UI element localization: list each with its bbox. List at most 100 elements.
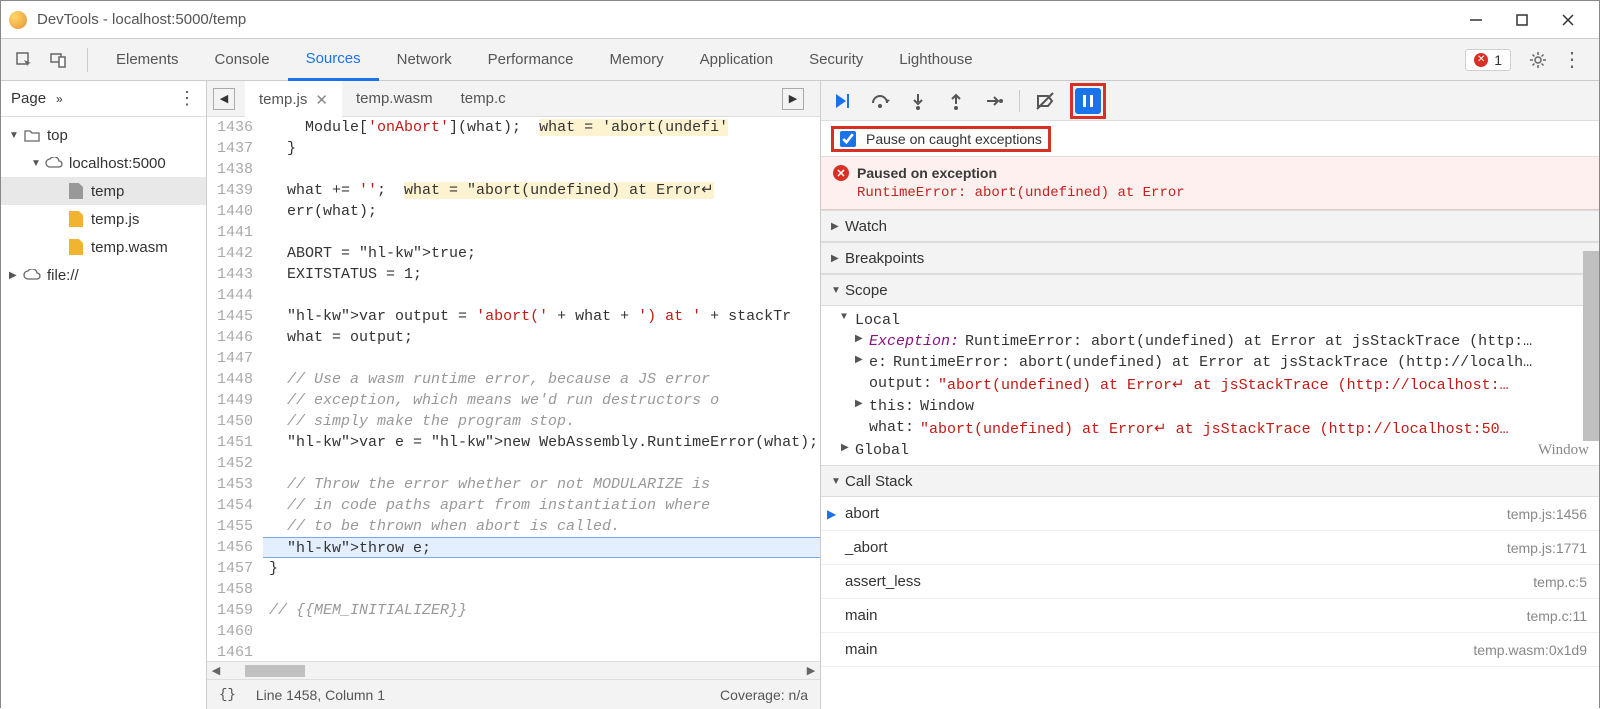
code-editor-pane: ◀ temp.js✕temp.wasmtemp.c ▶ 143614371438… — [207, 81, 821, 709]
tree-item-localhost-5000[interactable]: ▼localhost:5000 — [1, 149, 206, 177]
editor-tab-temp-js[interactable]: temp.js✕ — [245, 81, 342, 117]
breakpoints-section-header[interactable]: ▶Breakpoints — [821, 242, 1599, 274]
code-line[interactable] — [263, 222, 820, 243]
code-line[interactable]: EXITSTATUS = 1; — [263, 264, 820, 285]
code-line[interactable] — [263, 285, 820, 306]
code-line[interactable]: "hl-kw">var e = "hl-kw">new WebAssembly.… — [263, 432, 820, 453]
callstack-frame-assert_less[interactable]: assert_lesstemp.c:5 — [821, 565, 1599, 599]
callstack-frame-_abort[interactable]: _aborttemp.js:1771 — [821, 531, 1599, 565]
panel-tab-memory[interactable]: Memory — [592, 39, 682, 81]
devtools-favicon — [9, 11, 27, 29]
tree-item-top[interactable]: ▼top — [1, 121, 206, 149]
horizontal-scrollbar[interactable]: ◀▶ — [207, 661, 820, 679]
code-line[interactable] — [263, 159, 820, 180]
sidebar-more-icon[interactable]: ⋮ — [178, 88, 196, 109]
panel-tab-security[interactable]: Security — [791, 39, 881, 81]
more-menu-icon[interactable]: ⋮ — [1557, 45, 1587, 75]
code-line[interactable] — [263, 453, 820, 474]
panel-tab-console[interactable]: Console — [197, 39, 288, 81]
code-line[interactable]: "hl-kw">var output = 'abort(' + what + '… — [263, 306, 820, 327]
frame-function: abort — [845, 505, 879, 522]
code-line[interactable]: // simply make the program stop. — [263, 411, 820, 432]
code-line[interactable]: // to be thrown when abort is called. — [263, 516, 820, 537]
frame-location: temp.c:5 — [1533, 574, 1587, 590]
editor-tab-temp-c[interactable]: temp.c — [447, 81, 520, 117]
panel-tab-network[interactable]: Network — [379, 39, 470, 81]
code-line[interactable] — [263, 621, 820, 642]
close-tab-icon[interactable]: ✕ — [315, 91, 328, 109]
file-icon — [67, 210, 85, 228]
tree-item-file---[interactable]: ▶file:// — [1, 261, 206, 289]
pause-on-caught-checkbox[interactable] — [840, 131, 856, 147]
callstack-section-header[interactable]: ▼Call Stack — [821, 465, 1599, 497]
scope-global-header[interactable]: ▶Global Window — [821, 440, 1599, 461]
settings-gear-icon[interactable] — [1523, 45, 1553, 75]
step-into-button[interactable] — [905, 88, 931, 114]
resume-button[interactable] — [829, 88, 855, 114]
watch-section-header[interactable]: ▶Watch — [821, 210, 1599, 242]
step-over-button[interactable] — [867, 88, 893, 114]
scope-var-e[interactable]: ▶e: RuntimeError: abort(undefined) at Er… — [821, 352, 1599, 373]
scope-var-what[interactable]: what: "abort(undefined) at Error↵ at jsS… — [821, 417, 1599, 440]
exception-icon: ✕ — [833, 165, 849, 181]
window-minimize-button[interactable] — [1453, 1, 1499, 39]
code-line[interactable]: err(what); — [263, 201, 820, 222]
nav-back-icon[interactable]: ◀ — [213, 88, 235, 110]
error-badge[interactable]: ✕ 1 — [1465, 49, 1511, 71]
code-line[interactable]: "hl-kw">throw e; — [263, 537, 820, 558]
sidebar-expand-icon[interactable]: » — [56, 92, 63, 106]
code-line[interactable] — [263, 348, 820, 369]
code-line[interactable]: Module['onAbort'](what); what = 'abort(u… — [263, 117, 820, 138]
callstack-body: ▶aborttemp.js:1456_aborttemp.js:1771asse… — [821, 497, 1599, 667]
window-close-button[interactable] — [1545, 1, 1591, 39]
pretty-print-icon[interactable]: {} — [219, 687, 236, 703]
scope-local-header[interactable]: ▼Local — [821, 310, 1599, 331]
step-button[interactable] — [981, 88, 1007, 114]
tree-item-label: temp.wasm — [91, 239, 168, 256]
tree-item-temp-js[interactable]: temp.js — [1, 205, 206, 233]
debugger-scrollbar[interactable] — [1583, 251, 1599, 441]
deactivate-breakpoints-button[interactable] — [1032, 88, 1058, 114]
panel-tab-application[interactable]: Application — [682, 39, 791, 81]
tree-item-label: file:// — [47, 267, 79, 284]
panel-tab-lighthouse[interactable]: Lighthouse — [881, 39, 990, 81]
editor-tab-temp-wasm[interactable]: temp.wasm — [342, 81, 447, 117]
scope-var-Exception[interactable]: ▶Exception: RuntimeError: abort(undefine… — [821, 331, 1599, 352]
window-maximize-button[interactable] — [1499, 1, 1545, 39]
code-line[interactable]: // Throw the error whether or not MODULA… — [263, 474, 820, 495]
code-line[interactable]: } — [263, 138, 820, 159]
callstack-frame-abort[interactable]: ▶aborttemp.js:1456 — [821, 497, 1599, 531]
code-line[interactable]: ABORT = "hl-kw">true; — [263, 243, 820, 264]
nav-forward-icon[interactable]: ▶ — [782, 88, 804, 110]
pause-on-exceptions-button[interactable] — [1075, 88, 1101, 114]
inspect-element-icon[interactable] — [9, 45, 39, 75]
scope-var-this[interactable]: ▶this: Window — [821, 396, 1599, 417]
scope-var-output[interactable]: output: "abort(undefined) at Error↵ at j… — [821, 373, 1599, 396]
tree-item-temp[interactable]: temp — [1, 177, 206, 205]
step-out-button[interactable] — [943, 88, 969, 114]
tree-item-temp-wasm[interactable]: temp.wasm — [1, 233, 206, 261]
panel-tab-sources[interactable]: Sources — [288, 39, 379, 81]
code-line[interactable]: } — [263, 558, 820, 579]
code-line[interactable]: what = output; — [263, 327, 820, 348]
callstack-frame-main[interactable]: maintemp.wasm:0x1d9 — [821, 633, 1599, 667]
panel-tab-elements[interactable]: Elements — [98, 39, 197, 81]
code-line[interactable] — [263, 579, 820, 600]
panel-tab-performance[interactable]: Performance — [470, 39, 592, 81]
error-dot-icon: ✕ — [1474, 53, 1488, 67]
code-line[interactable]: // in code paths apart from instantiatio… — [263, 495, 820, 516]
code-line[interactable]: what += ''; what = "abort(undefined) at … — [263, 180, 820, 201]
exception-title: Paused on exception — [857, 165, 997, 181]
code-line[interactable]: // exception, which means we'd run destr… — [263, 390, 820, 411]
scope-section-header[interactable]: ▼Scope — [821, 274, 1599, 306]
callstack-frame-main[interactable]: maintemp.c:11 — [821, 599, 1599, 633]
sidebar-title: Page — [11, 90, 46, 107]
window-title: DevTools - localhost:5000/temp — [37, 11, 1453, 28]
code-line[interactable] — [263, 642, 820, 661]
code-area[interactable]: 1436143714381439144014411442144314441445… — [207, 117, 820, 661]
code-line[interactable]: // Use a wasm runtime error, because a J… — [263, 369, 820, 390]
device-toolbar-icon[interactable] — [43, 45, 73, 75]
code-line[interactable]: // {{MEM_INITIALIZER}} — [263, 600, 820, 621]
cursor-position: Line 1458, Column 1 — [256, 687, 385, 703]
file-tree: ▼top▼localhost:5000temptemp.js temp.wasm ▶… — [1, 117, 206, 709]
